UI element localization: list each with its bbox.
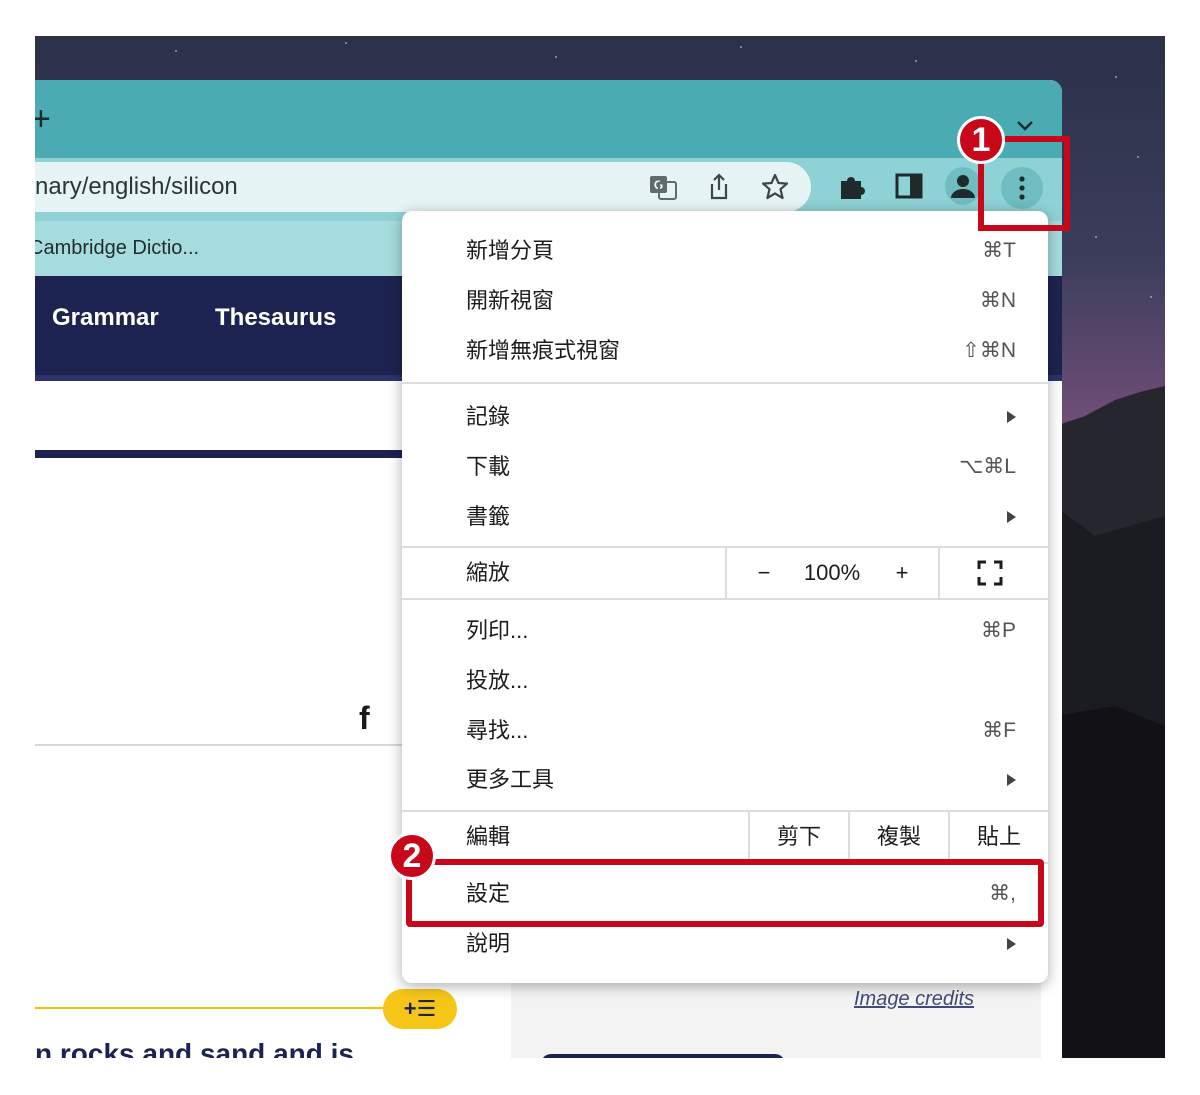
menu-label: 尋找... — [466, 718, 529, 743]
submenu-arrow-icon — [1007, 511, 1016, 523]
menu-label: 下載 — [466, 454, 511, 479]
submenu-arrow-icon — [1007, 938, 1016, 950]
menu-row-edit: 編輯 剪下 複製 貼上 — [402, 812, 1048, 862]
menu-item-print[interactable]: 列印... ⌘P — [402, 606, 1048, 656]
profile-person-icon — [951, 175, 975, 198]
menu-item-new-tab[interactable]: 新增分頁 ⌘T — [402, 226, 1048, 276]
section-bar — [35, 450, 415, 458]
menu-label: 新增無痕式視窗 — [466, 338, 621, 363]
submenu-arrow-icon — [1007, 774, 1016, 786]
extensions-puzzle-icon[interactable] — [835, 169, 869, 203]
menu-item-find[interactable]: 尋找... ⌘F — [402, 706, 1048, 756]
zoom-out-button[interactable]: − — [742, 548, 786, 598]
menu-label: 編輯 — [466, 824, 511, 849]
add-to-wordlist-button[interactable]: +☰ — [383, 989, 457, 1029]
menu-label: 投放... — [466, 668, 529, 693]
copy-button[interactable]: 複製 — [850, 812, 948, 862]
menu-label: 更多工具 — [466, 767, 555, 792]
menu-item-history[interactable]: 記錄 — [402, 392, 1048, 442]
callout-badge-1: 1 — [957, 116, 1005, 164]
bookmark-cambridge-dictionary[interactable]: Cambridge Dictio... — [35, 221, 199, 276]
menu-shortcut: ⇧⌘N — [962, 339, 1016, 362]
menu-shortcut: ⌘N — [979, 289, 1016, 312]
zoom-divider — [938, 548, 940, 598]
menu-label: 縮放 — [466, 560, 511, 585]
menu-shortcut: ⌘T — [982, 239, 1016, 262]
menu-label: 開新視窗 — [466, 288, 555, 313]
definition-text: n rocks and sand and is — [35, 1038, 354, 1058]
fullscreen-icon[interactable] — [977, 560, 1003, 586]
menu-shortcut: ⌥⌘L — [959, 455, 1016, 478]
zoom-in-button[interactable]: + — [880, 548, 924, 598]
url-text[interactable]: nary/english/silicon — [35, 162, 238, 212]
sidebar-button[interactable] — [541, 1054, 785, 1058]
callout-badge-2: 2 — [388, 832, 436, 880]
menu-item-more-tools[interactable]: 更多工具 — [402, 755, 1048, 805]
screenshot-frame: + nary/english/silicon G Cambridge Dicti… — [35, 36, 1165, 1058]
new-tab-button[interactable]: + — [35, 102, 51, 136]
zoom-level: 100% — [803, 560, 861, 585]
content-divider — [35, 744, 415, 746]
address-bar[interactable]: nary/english/silicon G — [35, 162, 811, 212]
tab-search-chevron-icon[interactable] — [1013, 114, 1037, 138]
callout-box-settings — [406, 859, 1044, 927]
facebook-icon[interactable]: f — [359, 700, 370, 737]
menu-item-cast[interactable]: 投放... — [402, 656, 1048, 706]
submenu-arrow-icon — [1007, 411, 1016, 423]
side-panel-icon[interactable] — [892, 169, 926, 203]
entry-divider — [35, 1007, 395, 1009]
nav-grammar[interactable]: Grammar — [52, 304, 159, 332]
menu-item-downloads[interactable]: 下載 ⌥⌘L — [402, 442, 1048, 492]
bookmark-star-icon[interactable] — [759, 171, 791, 203]
paste-button[interactable]: 貼上 — [950, 812, 1048, 862]
menu-label: 書籤 — [466, 504, 511, 529]
menu-separator — [402, 382, 1048, 384]
menu-item-new-window[interactable]: 開新視窗 ⌘N — [402, 276, 1048, 326]
menu-separator — [402, 598, 1048, 600]
nav-thesaurus[interactable]: Thesaurus — [215, 304, 336, 332]
menu-item-new-incognito[interactable]: 新增無痕式視窗 ⇧⌘N — [402, 326, 1048, 376]
menu-label: 新增分頁 — [466, 238, 555, 263]
zoom-divider — [725, 548, 727, 598]
share-icon[interactable] — [703, 171, 735, 203]
menu-label: 記錄 — [466, 404, 511, 429]
cut-button[interactable]: 剪下 — [750, 812, 848, 862]
menu-label: 列印... — [466, 618, 529, 643]
menu-item-bookmarks[interactable]: 書籤 — [402, 492, 1048, 542]
profile-avatar[interactable] — [945, 167, 981, 205]
mountain-silhouette — [1055, 386, 1165, 1058]
translate-icon[interactable]: G — [647, 171, 679, 203]
tab-strip: + — [35, 80, 1062, 158]
menu-shortcut: ⌘F — [982, 719, 1016, 742]
menu-row-zoom: 縮放 − 100% + — [402, 548, 1048, 598]
menu-shortcut: ⌘P — [980, 619, 1016, 642]
image-credits-link[interactable]: Image credits — [854, 988, 974, 1011]
